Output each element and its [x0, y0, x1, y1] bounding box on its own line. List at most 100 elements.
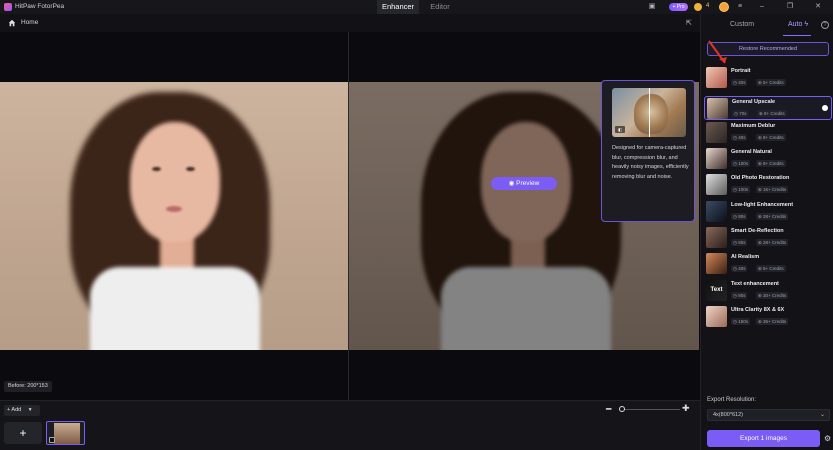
model-credits: ⊛ 16+ Credits — [756, 186, 789, 193]
model-time: ◷ 70s — [732, 110, 749, 117]
model-item[interactable]: Low-light Enhancement ◷ 80s ⊛ 28+ Credits — [704, 200, 832, 224]
add-dropdown-button[interactable]: + Add ▾ — [4, 405, 40, 416]
model-item[interactable]: Smart De-Reflection ◷ 80s ⊛ 28+ Credits — [704, 226, 832, 250]
model-name: Text enhancement — [731, 281, 779, 287]
eye-icon: ◉ — [508, 180, 515, 187]
thumbnail-checkbox[interactable] — [49, 437, 55, 443]
zoom-slider-handle[interactable] — [619, 406, 625, 412]
zoom-out-icon[interactable]: ━ — [606, 404, 611, 415]
model-name: Old Photo Restoration — [731, 175, 790, 181]
model-item[interactable]: General Upscale ◷ 70s ⊛ 8+ Credits — [704, 96, 832, 120]
clock-icon: ◷ — [733, 319, 737, 324]
credits-icon: ⊛ — [758, 319, 762, 324]
model-name: General Upscale — [732, 99, 776, 105]
model-thumbnail — [706, 148, 727, 169]
model-item[interactable]: Maximum Deblur ◷ 40s ⊛ 8+ Credits — [704, 121, 832, 145]
tab-auto-label: Auto — [788, 21, 803, 28]
model-credits: ⊛ 36+ Credits — [756, 318, 789, 325]
model-credits: ⊛ 8+ Credits — [756, 134, 786, 141]
model-item[interactable]: Old Photo Restoration ◷ 100s ⊛ 16+ Credits — [704, 173, 832, 197]
model-thumbnail — [706, 253, 727, 274]
title-bar: HitPaw FotorPea Enhancer Editor ▣ + Pro … — [0, 0, 833, 14]
model-time-value: 70s — [739, 111, 747, 116]
annotation-arrow-icon — [708, 40, 727, 64]
credits-icon: ⊛ — [758, 240, 762, 245]
export-resolution-select[interactable]: 4x(800*612) ⌄ — [707, 409, 830, 421]
tab-custom[interactable]: Custom — [730, 21, 754, 28]
maximize-icon[interactable]: ❐ — [786, 3, 794, 11]
model-credits: ⊛ 28+ Credits — [756, 239, 789, 246]
zoom-slider[interactable] — [622, 409, 680, 410]
tooltip-description: Designed for camera-captured blur, compr… — [612, 145, 689, 180]
chevron-down-icon: ▾ — [28, 407, 32, 413]
tab-enhancer[interactable]: Enhancer — [377, 0, 419, 14]
model-name: Ultra Clarity 8X & 6X — [731, 307, 785, 313]
user-avatar[interactable] — [719, 2, 729, 12]
menu-icon[interactable]: ≡ — [736, 3, 744, 11]
model-item[interactable]: Portrait ◷ 40s ⊛ 5+ Credits — [704, 66, 832, 90]
clock-icon: ◷ — [733, 266, 737, 271]
clock-icon: ◷ — [733, 187, 737, 192]
model-name: Portrait — [731, 68, 751, 74]
app-logo-icon — [4, 3, 12, 11]
export-button[interactable]: Export 1 images — [707, 430, 820, 447]
zoom-in-icon[interactable]: ✚ — [682, 403, 690, 414]
model-time-value: 100s — [738, 187, 748, 192]
credits-icon: ⊛ — [758, 214, 762, 219]
preview-button[interactable]: ◉ Preview — [491, 177, 557, 190]
compare-toggle-icon[interactable]: ⇱ — [686, 19, 692, 27]
screen-record-icon[interactable]: ▣ — [648, 3, 656, 11]
clock-icon: ◷ — [733, 80, 737, 85]
pro-badge[interactable]: + Pro — [669, 3, 688, 11]
home-icon[interactable] — [8, 19, 16, 27]
clock-icon: ◷ — [733, 161, 737, 166]
model-item[interactable]: Text Text enhancement ◷ 80s ⊛ 30+ Credits — [704, 279, 832, 303]
model-time: ◷ 100s — [731, 160, 750, 167]
image-canvas: Before: 200*153 — [0, 32, 700, 400]
close-icon[interactable]: ✕ — [814, 3, 822, 11]
compare-divider[interactable] — [348, 32, 349, 400]
credits-icon: ⊛ — [758, 135, 762, 140]
image-thumbnail[interactable] — [46, 421, 85, 445]
model-item[interactable]: AI Realism ◷ 40s ⊛ 5+ Credits — [704, 252, 832, 276]
model-time-value: 40s — [738, 80, 746, 85]
add-label: + Add — [7, 407, 22, 413]
add-image-button[interactable]: + — [4, 422, 42, 444]
model-credits-value: 5+ Credits — [763, 266, 784, 271]
model-time: ◷ 40s — [731, 265, 748, 272]
model-credits-value: 36+ Credits — [763, 319, 787, 324]
model-item[interactable]: General Natural ◷ 100s ⊛ 8+ Credits — [704, 147, 832, 171]
model-thumbnail — [706, 201, 727, 222]
model-thumbnail — [706, 122, 727, 143]
before-size-label: Before: 200*153 — [4, 381, 52, 392]
gear-icon[interactable]: ⚙ — [824, 434, 831, 443]
preview-label: Preview — [516, 180, 540, 187]
model-credits-value: 8+ Credits — [763, 135, 784, 140]
home-link[interactable]: Home — [21, 19, 38, 26]
model-credits: ⊛ 8+ Credits — [756, 160, 786, 167]
model-time-value: 150s — [738, 319, 748, 324]
model-item[interactable]: Ultra Clarity 8X & 6X ◷ 150s ⊛ 36+ Credits — [704, 305, 832, 329]
export-resolution-value: 4x(800*612) — [713, 412, 743, 418]
model-thumbnail — [706, 174, 727, 195]
credits-icon: ⊛ — [758, 293, 762, 298]
credits-icon: ⊛ — [758, 161, 762, 166]
credits-icon: ⊛ — [758, 80, 762, 85]
model-credits-value: 8+ Credits — [763, 161, 784, 166]
minimize-icon[interactable]: – — [758, 3, 766, 11]
model-credits: ⊛ 5+ Credits — [756, 265, 786, 272]
model-credits-value: 16+ Credits — [763, 187, 787, 192]
help-icon[interactable]: ? — [821, 21, 829, 29]
model-time-value: 40s — [738, 135, 746, 140]
model-thumbnail — [706, 306, 727, 327]
tooltip-cat-image: ◧ — [612, 88, 686, 137]
model-credits-value: 28+ Credits — [763, 240, 787, 245]
lightning-icon: ϟ — [804, 21, 809, 28]
tab-auto[interactable]: Auto ϟ — [788, 21, 808, 28]
model-time: ◷ 80s — [731, 239, 748, 246]
model-time: ◷ 40s — [731, 134, 748, 141]
tab-editor[interactable]: Editor — [421, 0, 459, 14]
clock-icon: ◷ — [733, 214, 737, 219]
clock-icon: ◷ — [734, 111, 738, 116]
selected-check-icon — [822, 105, 828, 111]
